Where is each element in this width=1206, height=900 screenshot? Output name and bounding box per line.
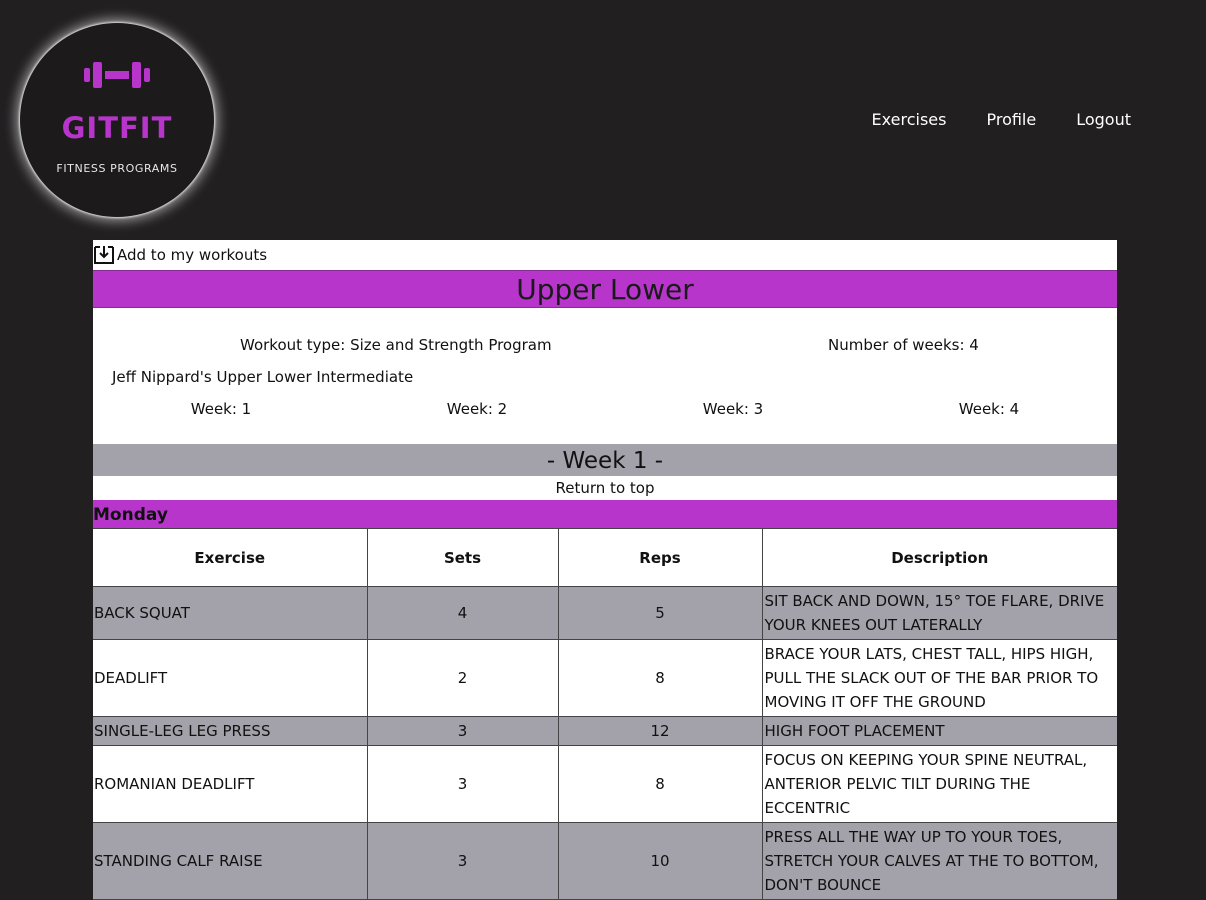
program-panel: Add to my workouts Upper Lower Workout t… <box>93 240 1117 900</box>
dumbbell-icon <box>84 62 150 88</box>
download-tray-icon <box>94 246 114 264</box>
column-header-sets: Sets <box>366 528 559 587</box>
table-row: SINGLE-LEG LEG PRESS 3 12 HIGH FOOT PLAC… <box>93 716 1117 746</box>
exercise-reps: 8 <box>557 745 763 823</box>
week-link-1[interactable]: Week: 1 <box>93 400 349 418</box>
table-header-row: Exercise Sets Reps Description <box>93 528 1117 587</box>
main-nav: Exercises Profile Logout <box>872 110 1131 129</box>
exercise-sets: 4 <box>366 586 559 640</box>
column-header-exercise: Exercise <box>93 528 368 587</box>
table-row: ROMANIAN DEADLIFT 3 8 FOCUS ON KEEPING Y… <box>93 745 1117 823</box>
exercise-name: ROMANIAN DEADLIFT <box>93 745 368 823</box>
table-row: BACK SQUAT 4 5 SIT BACK AND DOWN, 15° TO… <box>93 586 1117 640</box>
exercise-reps: 12 <box>557 716 763 746</box>
exercise-name: BACK SQUAT <box>93 586 368 640</box>
nav-logout[interactable]: Logout <box>1076 110 1131 129</box>
week-link-2[interactable]: Week: 2 <box>349 400 605 418</box>
exercise-sets: 2 <box>366 639 559 717</box>
brand-subtitle: FITNESS PROGRAMS <box>56 162 178 175</box>
exercise-name: DEADLIFT <box>93 639 368 717</box>
week-links: Week: 1 Week: 2 Week: 3 Week: 4 <box>93 400 1117 418</box>
exercise-name: SINGLE-LEG LEG PRESS <box>93 716 368 746</box>
exercise-reps: 5 <box>557 586 763 640</box>
week-link-3[interactable]: Week: 3 <box>605 400 861 418</box>
program-info: Workout type: Size and Strength Program … <box>93 308 1117 444</box>
exercise-sets: 3 <box>366 745 559 823</box>
table-row: DEADLIFT 2 8 BRACE YOUR LATS, CHEST TALL… <box>93 639 1117 717</box>
logo[interactable]: GITFIT FITNESS PROGRAMS <box>20 23 214 217</box>
exercise-table: Exercise Sets Reps Description BACK SQUA… <box>93 528 1117 900</box>
day-header: Monday <box>93 500 1117 528</box>
column-header-reps: Reps <box>557 528 763 587</box>
exercise-sets: 3 <box>366 822 559 900</box>
number-of-weeks: Number of weeks: 4 <box>828 336 979 354</box>
add-to-workouts-button[interactable]: Add to my workouts <box>93 240 1117 270</box>
exercise-reps: 10 <box>557 822 763 900</box>
header: GITFIT FITNESS PROGRAMS Exercises Profil… <box>0 0 1206 240</box>
nav-exercises[interactable]: Exercises <box>872 110 947 129</box>
exercise-description: BRACE YOUR LATS, CHEST TALL, HIPS HIGH, … <box>761 639 1117 717</box>
exercise-description: PRESS ALL THE WAY UP TO YOUR TOES, STRET… <box>761 822 1117 900</box>
exercise-sets: 3 <box>366 716 559 746</box>
exercise-reps: 8 <box>557 639 763 717</box>
table-row: STANDING CALF RAISE 3 10 PRESS ALL THE W… <box>93 822 1117 900</box>
nav-profile[interactable]: Profile <box>986 110 1036 129</box>
week-header: - Week 1 - <box>93 444 1117 476</box>
exercise-description: FOCUS ON KEEPING YOUR SPINE NEUTRAL, ANT… <box>761 745 1117 823</box>
week-link-4[interactable]: Week: 4 <box>861 400 1117 418</box>
program-title: Upper Lower <box>93 270 1117 308</box>
exercise-description: SIT BACK AND DOWN, 15° TOE FLARE, DRIVE … <box>761 586 1117 640</box>
brand-name: GITFIT <box>61 111 173 145</box>
return-to-top-link[interactable]: Return to top <box>93 476 1117 500</box>
workout-type: Workout type: Size and Strength Program <box>240 336 552 354</box>
program-description: Jeff Nippard's Upper Lower Intermediate <box>112 368 414 386</box>
exercise-description: HIGH FOOT PLACEMENT <box>761 716 1117 746</box>
column-header-description: Description <box>761 528 1117 587</box>
add-to-workouts-label: Add to my workouts <box>117 246 268 264</box>
exercise-name: STANDING CALF RAISE <box>93 822 368 900</box>
